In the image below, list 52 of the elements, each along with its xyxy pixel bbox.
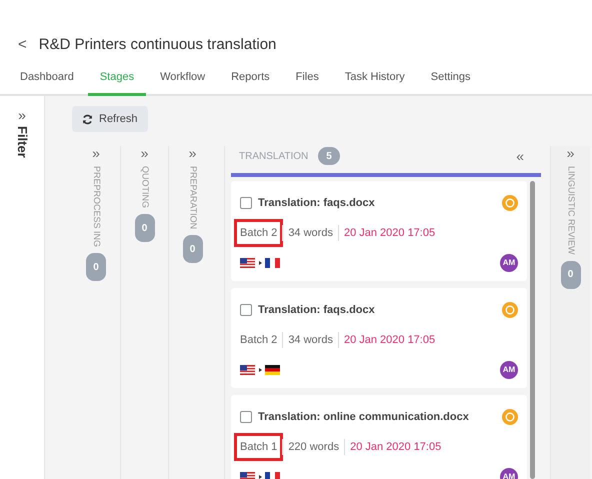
task-card[interactable]: Translation: faqs.docx Batch 2 34 words 20 Jan 2020 17:05 AM [231,288,527,388]
stage-name: PREPROCESS ING [90,166,103,248]
status-icon [502,195,518,212]
user-avatar: AM [500,361,518,379]
word-count: 34 words [282,224,338,241]
tab[interactable]: Workflow [148,68,218,96]
stage-name: QUOTING [139,166,152,208]
checkbox[interactable] [240,411,252,424]
expand-button[interactable]: » [188,146,196,160]
expand-button[interactable]: » [566,146,574,160]
tab[interactable]: Settings [418,68,483,96]
expand-button[interactable]: » [140,146,148,160]
checkbox[interactable] [240,304,252,316]
tab[interactable]: Reports [219,68,282,96]
batch-label: Batch 2 [239,332,278,348]
user-avatar: AM [500,468,518,479]
stage-name: TRANSLATION [239,150,308,164]
back-button[interactable]: < [18,34,27,57]
due-date: 20 Jan 2020 17:05 [344,438,442,455]
tab[interactable]: Dashboard [8,68,86,96]
batch-label: Batch 1 [237,436,280,458]
status-icon [502,409,518,426]
refresh-button[interactable]: Refresh [72,106,148,132]
task-card[interactable]: Translation: online communication.docx Batch 1 220 words 20 Jan 2020 17:05 AM [231,395,527,479]
count-badge: 0 [134,214,154,242]
scrollbar[interactable] [530,181,535,479]
tab[interactable]: Files [284,68,331,96]
due-date: 20 Jan 2020 17:05 [338,224,436,241]
batch-label: Batch 2 [237,222,280,244]
tab[interactable]: Task History [332,68,417,96]
filter-label: Filter [14,126,31,158]
word-count: 34 words [282,332,338,348]
due-date: 20 Jan 2020 17:05 [338,332,436,348]
page-title: R&D Printers continuous translation [38,35,276,56]
task-title: Translation: faqs.docx [258,196,375,211]
stage-name: LINGUISTIC REVIEW [565,166,578,255]
refresh-icon [82,114,93,124]
checkbox[interactable] [240,197,252,210]
word-count: 220 words [282,438,344,455]
count-badge: 0 [560,260,580,289]
count-badge: 0 [182,235,202,264]
status-icon [502,302,518,318]
count-badge: 5 [318,147,340,165]
task-title: Translation: online communication.docx [258,410,469,425]
task-card[interactable]: Translation: faqs.docx Batch 2 34 words 20 Jan 2020 17:05 AM [231,181,527,281]
user-avatar: AM [500,254,518,272]
expand-button[interactable]: » [92,146,100,160]
count-badge: 0 [86,253,106,282]
expand-button[interactable]: » [18,108,26,122]
collapse-button[interactable]: « [516,149,524,163]
task-title: Translation: faqs.docx [258,303,375,318]
stage-name: PREPARATION [187,166,200,230]
